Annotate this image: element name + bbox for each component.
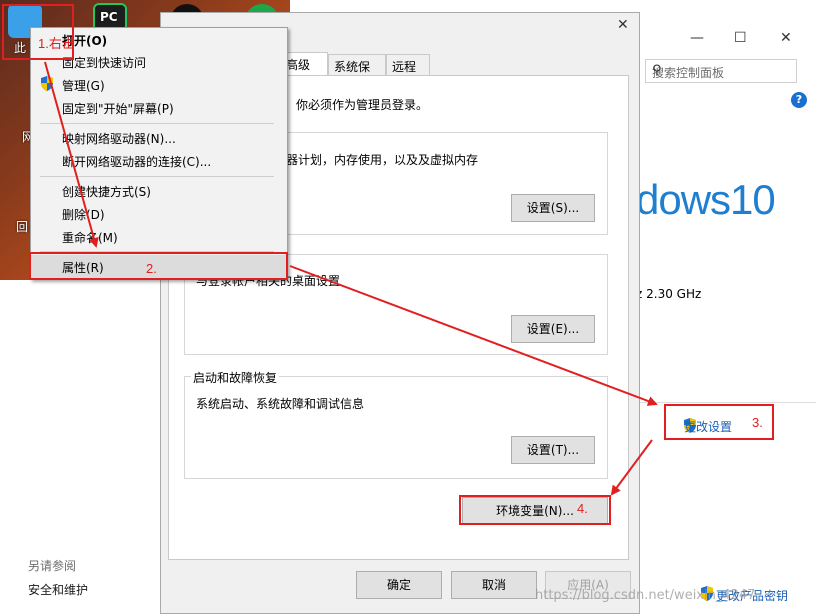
arrow-properties-to-change-settings xyxy=(289,265,658,406)
annotation-arrows xyxy=(44,61,658,496)
arrow-step1-to-properties xyxy=(44,61,99,248)
watermark: https://blog.csdn.net/weixin_4247 xyxy=(535,588,756,603)
arrow-change-settings-to-env xyxy=(610,439,653,496)
